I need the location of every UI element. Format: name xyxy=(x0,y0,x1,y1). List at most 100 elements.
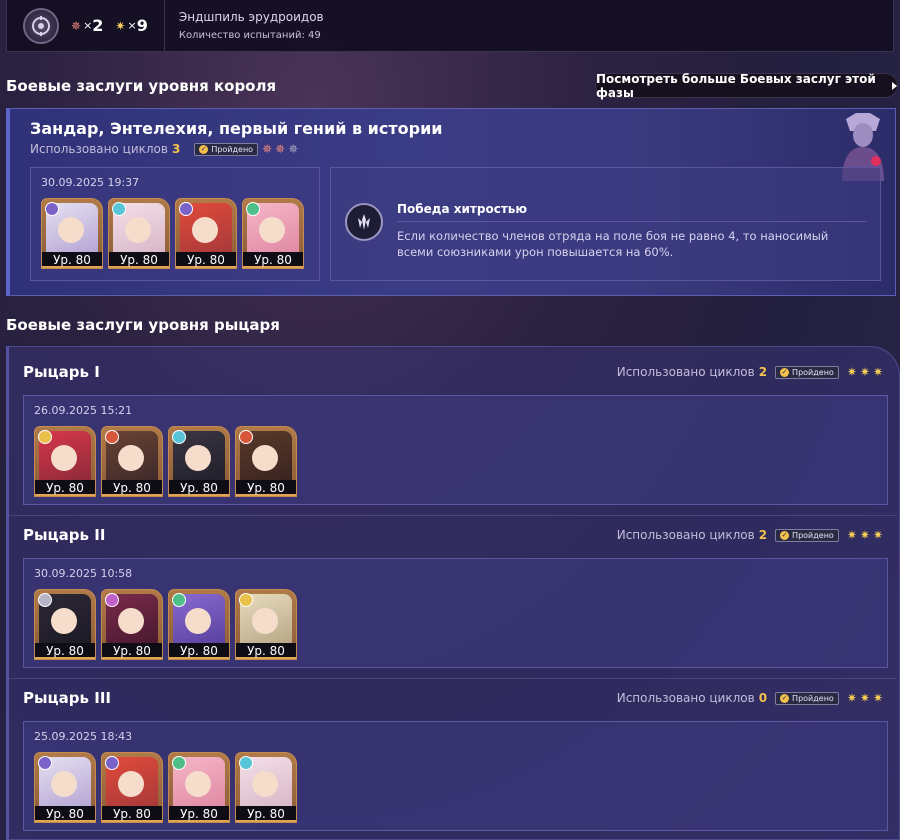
character-level: Ур. 80 xyxy=(169,480,229,496)
clear-date: 30.09.2025 10:58 xyxy=(34,567,133,580)
view-more-button[interactable]: Посмотреть больше Боевых заслуг этой фаз… xyxy=(595,72,898,100)
team-characters: Ур. 80 Ур. 80 Ур. 80 Ур. 80 xyxy=(34,752,297,823)
status-badge-label: Пройдено xyxy=(211,144,254,154)
check-icon: ✓ xyxy=(780,367,790,377)
knight-team-box: 26.09.2025 15:21 Ур. 80 Ур. 80 Ур. 80 Ур… xyxy=(23,395,888,505)
knight-row-title: Рыцарь II xyxy=(23,526,106,544)
character-level: Ур. 80 xyxy=(35,806,95,822)
character-card[interactable]: Ур. 80 xyxy=(34,589,96,660)
element-icon xyxy=(239,430,253,444)
knight-team-box: 30.09.2025 10:58 Ур. 80 Ур. 80 Ур. 80 Ур… xyxy=(23,558,888,668)
pink-star-count: 2 xyxy=(92,16,104,35)
character-card[interactable]: Ур. 80 xyxy=(235,589,297,660)
element-icon xyxy=(38,430,52,444)
divider xyxy=(9,678,897,679)
character-level: Ур. 80 xyxy=(102,806,162,822)
pink-star-counter: ✵ × 2 xyxy=(71,16,103,35)
character-card[interactable]: Ур. 80 xyxy=(168,589,230,660)
cycles-value: 3 xyxy=(171,142,181,156)
cycles-info: Использовано циклов 3 xyxy=(30,142,180,156)
team-characters: Ур. 80 Ур. 80 Ур. 80 Ур. 80 xyxy=(34,589,297,660)
character-level: Ур. 80 xyxy=(102,643,162,659)
grey-star-icon: ✵ xyxy=(288,142,299,156)
character-card[interactable]: Ур. 80 xyxy=(41,198,103,269)
rating-stars: ✷ ✷ ✷ xyxy=(847,366,883,378)
character-level: Ур. 80 xyxy=(169,806,229,822)
cycles-info: Использовано циклов 0 xyxy=(617,691,767,705)
status-badge: ✓ Пройдено xyxy=(775,365,839,379)
character-card[interactable]: Ур. 80 xyxy=(101,589,163,660)
status-badge: ✓ Пройдено xyxy=(194,142,259,156)
gold-star-icon: ✷ xyxy=(859,528,870,542)
element-icon xyxy=(246,202,260,216)
team-characters: Ур. 80 Ур. 80 Ур. 80 Ур. 80 xyxy=(41,198,304,269)
gold-star-icon: ✷ xyxy=(859,691,870,705)
attempts-count: Количество испытаний: 49 xyxy=(178,30,321,41)
knight-row-title: Рыцарь III xyxy=(23,689,111,707)
knight-row-result: Использовано циклов 0 ✓ Пройдено ✷ ✷ ✷ xyxy=(617,691,883,705)
character-level: Ур. 80 xyxy=(236,480,296,496)
character-card[interactable]: Ур. 80 xyxy=(34,426,96,497)
character-level: Ур. 80 xyxy=(176,252,236,268)
buff-box: Победа хитростью Если количество членов … xyxy=(330,167,881,281)
character-card[interactable]: Ур. 80 xyxy=(168,426,230,497)
pink-star-icon: ✵ xyxy=(275,142,286,156)
character-level: Ур. 80 xyxy=(102,480,162,496)
element-icon xyxy=(239,593,253,607)
gold-star-icon: ✷ xyxy=(859,365,870,379)
knight-row-header: Рыцарь III Использовано циклов 0 ✓ Пройден… xyxy=(23,689,883,709)
character-level: Ур. 80 xyxy=(236,806,296,822)
character-card[interactable]: Ур. 80 xyxy=(108,198,170,269)
top-bar: ✵ × 2 ✷ × 9 Эндшпиль эрудроидов Количест… xyxy=(6,0,894,52)
status-badge: ✓ Пройдено xyxy=(775,691,839,705)
cycles-value: 2 xyxy=(758,528,768,542)
divider xyxy=(163,0,165,52)
element-icon xyxy=(45,202,59,216)
character-level: Ур. 80 xyxy=(35,480,95,496)
character-level: Ур. 80 xyxy=(42,252,102,268)
clear-date: 30.09.2025 19:37 xyxy=(41,176,140,189)
character-level: Ур. 80 xyxy=(35,643,95,659)
character-card[interactable]: Ур. 80 xyxy=(168,752,230,823)
cycles-info: Использовано циклов 2 xyxy=(617,365,767,379)
gold-star-icon: ✷ xyxy=(872,528,883,542)
pink-star-icon: ✵ xyxy=(262,142,273,156)
team-characters: Ур. 80 Ур. 80 Ур. 80 Ур. 80 xyxy=(34,426,297,497)
pink-star-icon: ✵ xyxy=(71,18,82,33)
character-card[interactable]: Ур. 80 xyxy=(34,752,96,823)
gold-star-icon: ✷ xyxy=(846,691,857,705)
knight-row-result: Использовано циклов 2 ✓ Пройдено ✷ ✷ ✷ xyxy=(617,528,883,542)
knight-row-header: Рыцарь II Использовано циклов 2 ✓ Пройдено… xyxy=(23,526,883,546)
knight-row-header: Рыцарь I Использовано циклов 2 ✓ Пройдено … xyxy=(23,363,883,383)
multiply-sign: × xyxy=(83,19,93,32)
knight-row-result: Использовано циклов 2 ✓ Пройдено ✷ ✷ ✷ xyxy=(617,365,883,379)
character-card[interactable]: Ур. 80 xyxy=(235,426,297,497)
status-badge-label: Пройдено xyxy=(792,530,834,540)
gold-star-icon: ✷ xyxy=(846,528,857,542)
character-card[interactable]: Ур. 80 xyxy=(101,426,163,497)
gold-star-icon: ✷ xyxy=(846,365,857,379)
clear-date: 26.09.2025 15:21 xyxy=(34,404,133,417)
buff-description: Если количество членов отряда на поле бо… xyxy=(397,229,829,259)
character-card[interactable]: Ур. 80 xyxy=(242,198,304,269)
element-icon xyxy=(172,756,186,770)
character-card[interactable]: Ур. 80 xyxy=(175,198,237,269)
king-cycles-row: Использовано циклов 3 ✓ Пройдено ✵ ✵ ✵ xyxy=(30,142,298,156)
clear-date: 25.09.2025 18:43 xyxy=(34,730,133,743)
check-icon: ✓ xyxy=(199,144,209,154)
element-icon xyxy=(172,593,186,607)
status-badge-label: Пройдено xyxy=(792,367,834,377)
knight-row-title: Рыцарь I xyxy=(23,363,100,381)
element-icon xyxy=(105,756,119,770)
mode-title: Эндшпиль эрудроидов xyxy=(178,10,324,24)
buff-icon xyxy=(345,203,383,241)
character-card[interactable]: Ур. 80 xyxy=(235,752,297,823)
multiply-sign: × xyxy=(127,19,137,32)
cycles-label: Использовано циклов xyxy=(30,142,168,156)
character-level: Ур. 80 xyxy=(236,643,296,659)
rating-stars: ✷ ✷ ✷ xyxy=(847,529,883,541)
play-arrow-icon xyxy=(892,81,897,90)
character-card[interactable]: Ур. 80 xyxy=(101,752,163,823)
element-icon xyxy=(105,593,119,607)
gold-star-icon: ✷ xyxy=(115,18,126,33)
